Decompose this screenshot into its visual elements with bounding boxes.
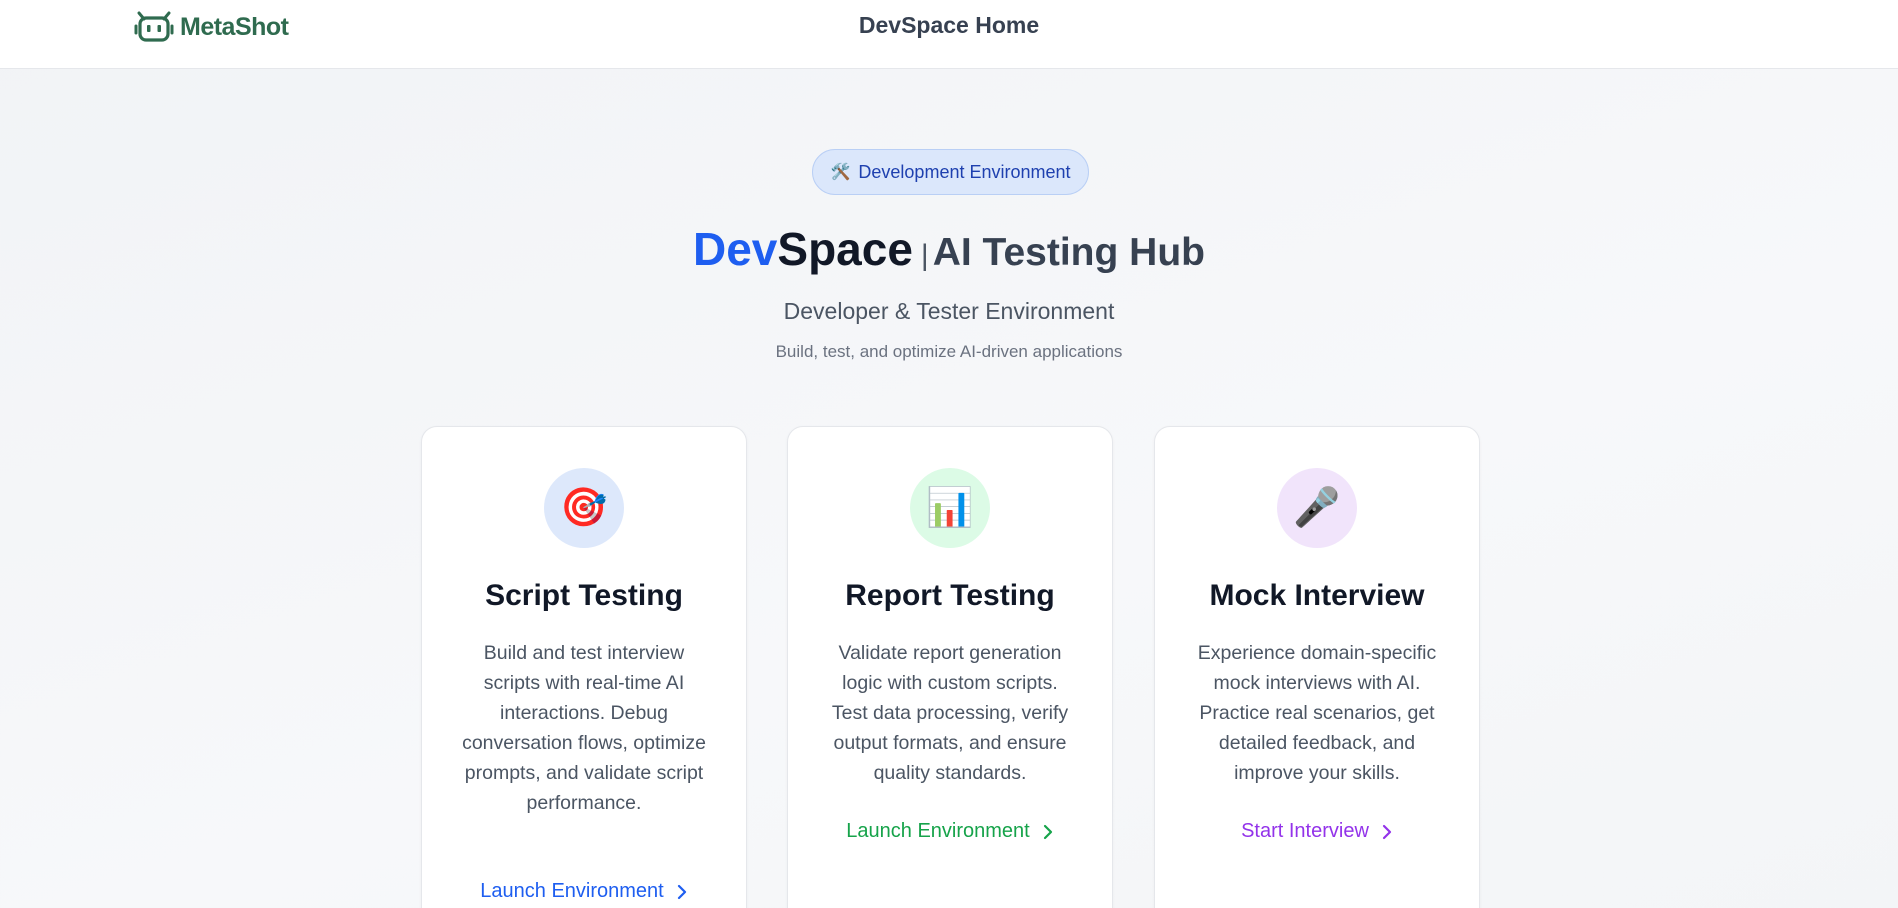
hero-title-dev: Dev [693, 223, 778, 275]
hero-title: DevSpace | AI Testing Hub [0, 222, 1898, 276]
link-label: Start Interview [1241, 820, 1369, 842]
card-title: Report Testing [845, 579, 1055, 612]
link-label: Launch Environment [480, 880, 664, 902]
launch-environment-link[interactable]: Launch Environment [788, 820, 1112, 843]
page-title: DevSpace Home [858, 12, 1040, 38]
card-script-testing: 🎯 Script Testing Build and test intervie… [421, 426, 747, 908]
hero-title-space: Space [777, 223, 913, 275]
hero-subtitle: Developer & Tester Environment [783, 298, 1115, 324]
link-label: Launch Environment [846, 820, 1030, 842]
tools-icon: 🛠️ [830, 164, 851, 181]
environment-badge: 🛠️ Development Environment [812, 149, 1089, 195]
card-title: Mock Interview [1209, 579, 1425, 612]
hero-title-separator: | [920, 239, 929, 272]
card-title: Script Testing [485, 579, 683, 612]
badge-label: Development Environment [858, 161, 1071, 182]
card-description: Experience domain-specific mock intervie… [1197, 642, 1437, 784]
hero-title-hub: AI Testing Hub [932, 231, 1205, 274]
launch-environment-link[interactable]: Launch Environment [422, 880, 746, 903]
bar-chart-icon: 📊 [910, 468, 990, 548]
card-mock-interview: 🎤 Mock Interview Experience domain-speci… [1154, 426, 1480, 908]
top-navigation-bar: MetaShot DevSpace Home [0, 0, 1898, 69]
chevron-right-icon [677, 884, 686, 899]
chevron-right-icon [1382, 824, 1392, 839]
microphone-icon: 🎤 [1277, 468, 1357, 548]
chevron-right-icon [1043, 824, 1052, 839]
card-description: Build and test interview scripts with re… [462, 642, 706, 814]
target-icon: 🎯 [544, 468, 624, 548]
hero-tagline: Build, test, and optimize AI-driven appl… [775, 342, 1123, 361]
card-description: Validate report generation logic with cu… [831, 642, 1069, 784]
card-report-testing: 📊 Report Testing Validate report generat… [787, 426, 1113, 908]
start-interview-link[interactable]: Start Interview [1155, 820, 1479, 843]
